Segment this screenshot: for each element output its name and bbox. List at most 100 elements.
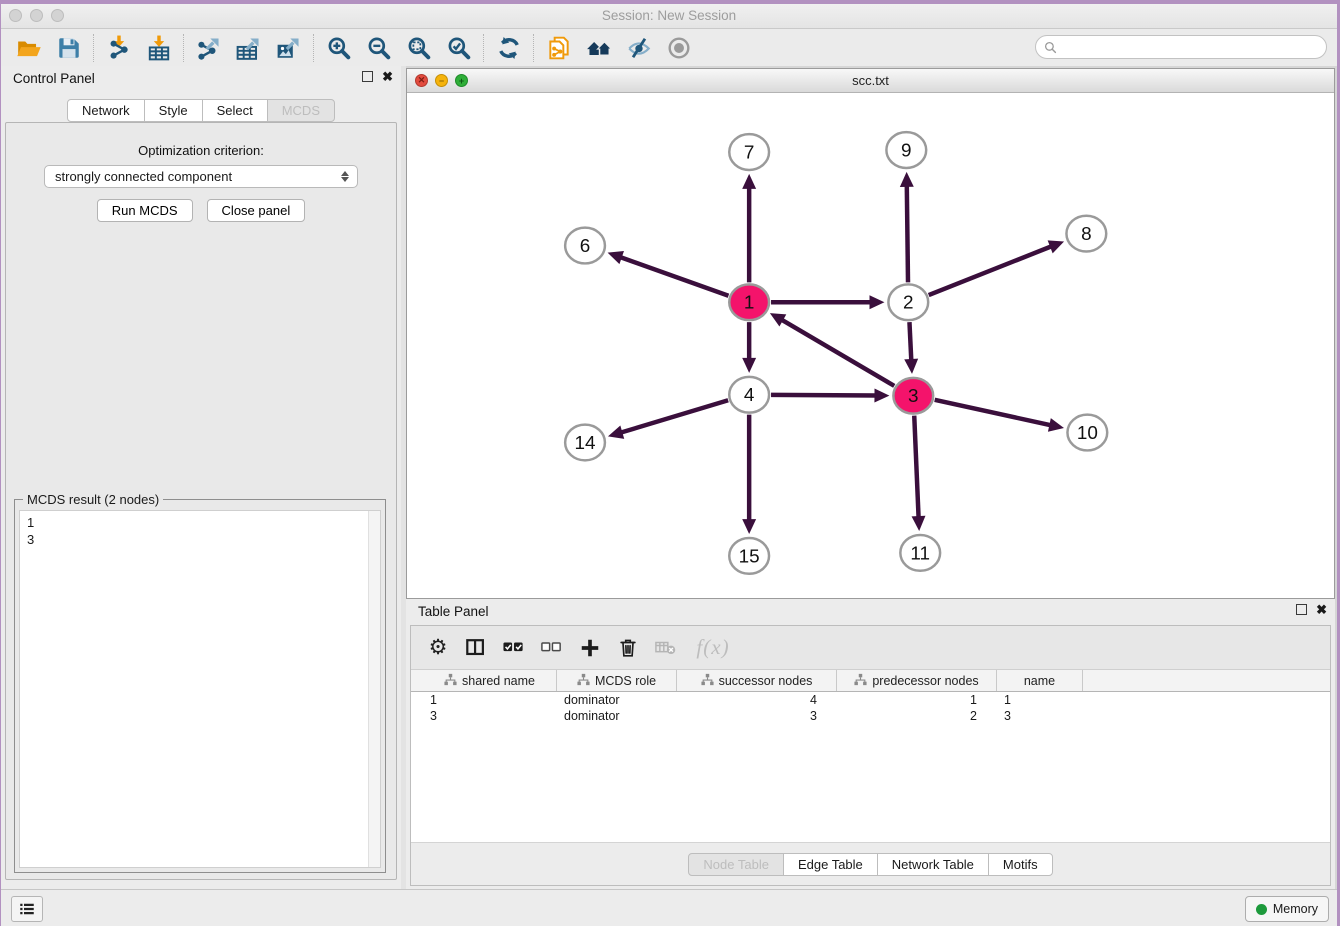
task-history-button[interactable] xyxy=(11,896,43,922)
criterion-dropdown[interactable]: strongly connected component xyxy=(44,165,358,188)
svg-text:14: 14 xyxy=(575,433,596,454)
cell-shared-name[interactable]: 1 xyxy=(423,693,557,707)
memory-button[interactable]: Memory xyxy=(1245,896,1329,922)
copy-network-icon[interactable] xyxy=(539,33,579,63)
column-header-shared-name[interactable]: shared name xyxy=(423,670,557,691)
graph-edge-3-1[interactable] xyxy=(780,319,894,386)
graph-edge-3-11[interactable] xyxy=(914,416,918,519)
graph-arrowhead-4-15 xyxy=(742,519,756,534)
hide-panel-icon[interactable] xyxy=(619,33,659,63)
show-panel-icon[interactable] xyxy=(659,33,699,63)
tab-motifs[interactable]: Motifs xyxy=(988,853,1053,876)
close-table-panel-icon[interactable]: ✖ xyxy=(1316,604,1327,615)
tab-network-table[interactable]: Network Table xyxy=(877,853,989,876)
graph-node-1[interactable]: 1 xyxy=(729,284,769,320)
check-on-icon[interactable] xyxy=(497,632,531,664)
tab-network[interactable]: Network xyxy=(67,99,145,122)
mcds-result-textarea[interactable]: 1 3 xyxy=(19,510,381,868)
cell-predecessor-nodes[interactable]: 1 xyxy=(837,693,997,707)
fx-icon[interactable]: f(x) xyxy=(687,632,739,664)
table-row[interactable]: 1dominator411 xyxy=(423,692,1330,708)
column-header-predecessor-nodes[interactable]: predecessor nodes xyxy=(837,670,997,691)
import-table-icon[interactable] xyxy=(139,33,179,63)
tab-style[interactable]: Style xyxy=(144,99,203,122)
main-toolbar xyxy=(1,29,1337,67)
add-icon[interactable] xyxy=(573,632,607,664)
graph-node-7[interactable]: 7 xyxy=(729,134,769,170)
zoom-in-icon[interactable] xyxy=(319,33,359,63)
table-panel-header: Table Panel ✖ xyxy=(406,599,1335,625)
close-panel-button[interactable]: Close panel xyxy=(207,199,306,222)
graph-node-6[interactable]: 6 xyxy=(565,228,605,264)
zoom-out-icon[interactable] xyxy=(359,33,399,63)
graph-arrowhead-4-3 xyxy=(874,389,889,403)
delete-column-icon[interactable] xyxy=(649,632,683,664)
search-box[interactable] xyxy=(1035,35,1327,59)
control-panel-title: Control Panel xyxy=(13,71,95,86)
svg-text:1: 1 xyxy=(744,293,755,314)
table-row[interactable]: 3dominator323 xyxy=(423,708,1330,724)
float-table-panel-icon[interactable] xyxy=(1296,604,1307,615)
toolbar-separator xyxy=(533,34,535,62)
trash-icon[interactable] xyxy=(611,632,645,664)
check-off-icon[interactable] xyxy=(535,632,569,664)
export-image-icon[interactable] xyxy=(269,33,309,63)
graph-node-3[interactable]: 3 xyxy=(893,378,933,414)
graph-edge-2-3[interactable] xyxy=(909,322,911,362)
graph-edge-3-10[interactable] xyxy=(935,400,1053,426)
graph-node-10[interactable]: 10 xyxy=(1067,415,1107,451)
export-network-icon[interactable] xyxy=(189,33,229,63)
cell-successor-nodes[interactable]: 3 xyxy=(677,709,837,723)
graph-node-15[interactable]: 15 xyxy=(729,538,769,574)
cell-MCDS-role[interactable]: dominator xyxy=(557,709,677,723)
tab-node-table[interactable]: Node Table xyxy=(688,853,784,876)
svg-text:11: 11 xyxy=(910,543,930,564)
refresh-icon[interactable] xyxy=(489,33,529,63)
column-header-MCDS-role[interactable]: MCDS role xyxy=(557,670,677,691)
save-icon[interactable] xyxy=(49,33,89,63)
cell-shared-name[interactable]: 3 xyxy=(423,709,557,723)
table-panel-title: Table Panel xyxy=(418,604,489,619)
close-panel-icon[interactable]: ✖ xyxy=(382,71,393,82)
run-mcds-button[interactable]: Run MCDS xyxy=(97,199,193,222)
cell-name[interactable]: 3 xyxy=(997,709,1083,723)
cell-MCDS-role[interactable]: dominator xyxy=(557,693,677,707)
graph-node-11[interactable]: 11 xyxy=(900,535,940,571)
tab-mcds[interactable]: MCDS xyxy=(267,99,335,122)
columns-icon[interactable] xyxy=(459,632,493,664)
result-scrollbar[interactable] xyxy=(368,511,380,867)
tab-edge-table[interactable]: Edge Table xyxy=(783,853,878,876)
graph-node-9[interactable]: 9 xyxy=(886,132,926,168)
graph-edge-4-14[interactable] xyxy=(619,400,728,433)
graph-node-4[interactable]: 4 xyxy=(729,377,769,413)
zoom-fit-icon[interactable] xyxy=(399,33,439,63)
open-folder-icon[interactable] xyxy=(9,33,49,63)
export-table-icon[interactable] xyxy=(229,33,269,63)
mcds-panel: Optimization criterion: strongly connect… xyxy=(5,122,397,880)
graph-node-8[interactable]: 8 xyxy=(1066,216,1106,252)
graph-edge-4-3[interactable] xyxy=(771,395,877,396)
column-header-successor-nodes[interactable]: successor nodes xyxy=(677,670,837,691)
svg-text:6: 6 xyxy=(580,236,591,257)
network-frame-titlebar[interactable]: ✕ − + scc.txt xyxy=(407,69,1334,93)
float-panel-icon[interactable] xyxy=(362,71,373,82)
cell-predecessor-nodes[interactable]: 2 xyxy=(837,709,997,723)
import-network-icon[interactable] xyxy=(99,33,139,63)
cell-name[interactable]: 1 xyxy=(997,693,1083,707)
svg-text:10: 10 xyxy=(1077,423,1098,444)
gear-icon[interactable]: ⚙ xyxy=(421,632,455,664)
graph-edge-1-6[interactable] xyxy=(619,257,729,296)
graph-node-2[interactable]: 2 xyxy=(888,284,928,320)
search-input[interactable] xyxy=(1062,39,1326,56)
home-icon[interactable] xyxy=(579,33,619,63)
graph-node-14[interactable]: 14 xyxy=(565,425,605,461)
network-tree-icon xyxy=(854,673,867,689)
zoom-selected-icon[interactable] xyxy=(439,33,479,63)
tab-select[interactable]: Select xyxy=(202,99,268,122)
graph-edge-2-8[interactable] xyxy=(929,246,1053,295)
column-header-name[interactable]: name xyxy=(997,670,1083,691)
network-canvas[interactable]: 7 9 6 8 1 2 4 3 14 10 15 11 xyxy=(407,93,1334,598)
cell-successor-nodes[interactable]: 4 xyxy=(677,693,837,707)
table-panel-body: ⚙ f(x) shared nameMCDS rolesuccessor node… xyxy=(410,625,1331,886)
graph-edge-2-9[interactable] xyxy=(907,184,908,282)
